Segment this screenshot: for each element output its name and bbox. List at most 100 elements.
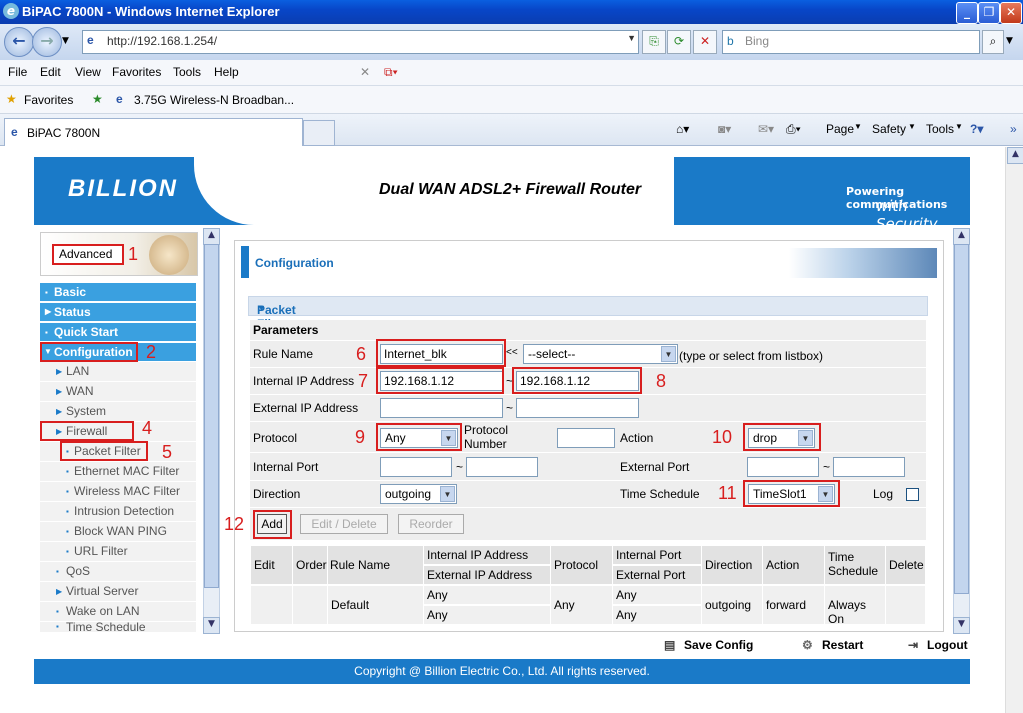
log-checkbox[interactable] [906, 488, 919, 501]
parameters-title: Parameters [253, 323, 319, 337]
refresh-icon[interactable]: ⟳ [667, 30, 691, 54]
packet-filter-header: ▼Packet Filter [248, 296, 928, 331]
search-input[interactable]: b Bing [722, 30, 980, 54]
recent-pages-dropdown-icon[interactable]: ▼ [62, 36, 69, 46]
row-direction: outgoing [701, 585, 763, 625]
minimize-button[interactable]: _ [956, 2, 978, 24]
protocol-number-label: Protocol Number [464, 423, 509, 451]
favorite-link[interactable]: 3.75G Wireless-N Broadban... [134, 93, 294, 107]
menu-tools[interactable]: Tools [173, 65, 201, 79]
rule-name-select-value: --select-- [528, 347, 576, 361]
page-menu[interactable]: Page [826, 122, 854, 136]
search-options-icon[interactable]: ▼ [1006, 36, 1013, 46]
back-icon[interactable]: ← [4, 27, 34, 57]
tab-bipac[interactable]: e BiPAC 7800N [4, 118, 303, 146]
chevron-down-icon: ▼ [440, 486, 455, 502]
direction-select[interactable]: outgoing ▼ [380, 484, 457, 504]
sidebar-status[interactable]: ▶ Status [40, 303, 196, 321]
row-rule-name: Default [327, 585, 424, 625]
external-ip-range-sep: ~ [506, 401, 514, 415]
logout-link[interactable]: Logout [927, 638, 968, 652]
external-ip-start-input[interactable] [380, 398, 503, 418]
help-icon[interactable]: ?▾ [970, 122, 983, 136]
main-scroll-up-icon[interactable]: ▲ [953, 228, 970, 245]
feeds-icon[interactable]: ◙▾ [718, 122, 731, 136]
address-dropdown-icon[interactable]: ▼ [627, 33, 636, 43]
forward-icon[interactable]: → [32, 27, 62, 57]
bing-icon: b [727, 34, 734, 48]
col-rule-name: Rule Name [327, 545, 424, 585]
sidebar-quick-start[interactable]: ▪ Quick Start [40, 323, 196, 341]
row-external-ip: Any [423, 605, 551, 625]
save-config-link[interactable]: Save Config [684, 638, 753, 652]
row-edit-cell [250, 585, 293, 625]
protocol-highlight [376, 423, 462, 451]
sidebar-item-wireless-mac-filter[interactable]: ▪ Wireless MAC Filter [40, 482, 196, 502]
page-scrollbar[interactable]: ▲ [1005, 147, 1023, 713]
sidebar-item-system[interactable]: ▶ System [40, 402, 196, 422]
page-scroll-up-icon[interactable]: ▲ [1007, 147, 1023, 164]
firewall-highlight [40, 421, 134, 441]
sidebar-item-ethernet-mac-filter[interactable]: ▪ Ethernet MAC Filter [40, 462, 196, 482]
window-title-bar: e BiPAC 7800N - Windows Internet Explore… [0, 0, 1023, 24]
external-port-end-input[interactable] [833, 457, 905, 477]
sidebar-item-block-wan-ping[interactable]: ▪ Block WAN PING [40, 522, 196, 542]
menu-favorites[interactable]: Favorites [112, 65, 161, 79]
tools-menu[interactable]: Tools [926, 122, 954, 136]
menu-edit[interactable]: Edit [40, 65, 61, 79]
sidebar-item-time-schedule[interactable]: ▪ Time Schedule [40, 622, 196, 633]
sidebar-scroll-down-icon[interactable]: ▼ [203, 617, 220, 634]
search-icon[interactable]: ⌕ [982, 30, 1004, 54]
advanced-mode-label[interactable]: Advanced [59, 247, 112, 261]
internal-port-start-input[interactable] [380, 457, 452, 477]
compatibility-view-icon[interactable]: ⎘ [642, 30, 666, 54]
sidebar-item-lan[interactable]: ▶ LAN [40, 362, 196, 382]
menu-file[interactable]: File [8, 65, 27, 79]
sidebar-scroll-thumb[interactable] [204, 244, 219, 588]
main-scroll-down-icon[interactable]: ▼ [953, 617, 970, 634]
external-ip-end-input[interactable] [516, 398, 639, 418]
chevron-right-icon[interactable]: » [1010, 122, 1017, 136]
add-favorite-icon[interactable]: ★ [92, 92, 103, 106]
protocol-label: Protocol [253, 431, 298, 445]
close-button[interactable]: ✕ [1000, 2, 1022, 24]
sidebar-item-qos[interactable]: ▪ QoS [40, 562, 196, 582]
billion-logo: BILLION [68, 175, 178, 202]
annotation-1: 1 [128, 244, 139, 264]
restart-link[interactable]: Restart [822, 638, 863, 652]
menu-help[interactable]: Help [214, 65, 239, 79]
mail-icon[interactable]: ✉▾ [758, 122, 774, 136]
internal-port-end-input[interactable] [466, 457, 538, 477]
stop-icon[interactable]: ✕ [693, 30, 717, 54]
internal-port-label: Internal Port [253, 460, 319, 474]
main-scroll-thumb[interactable] [954, 244, 969, 594]
row-protocol: Any [550, 585, 613, 625]
sidebar-basic[interactable]: ▪ Basic [40, 283, 196, 301]
row-internal-ip: Any [423, 585, 551, 605]
sidebar-item-wan[interactable]: ▶ WAN [40, 382, 196, 402]
print-icon[interactable]: ⎙▾ [786, 122, 801, 137]
new-tab-button[interactable] [303, 120, 335, 146]
col-direction: Direction [701, 545, 763, 585]
sidebar-item-virtual-server[interactable]: ▶ Virtual Server [40, 582, 196, 602]
rule-name-select[interactable]: --select-- ▼ [523, 344, 678, 364]
sidebar-item-url-filter[interactable]: ▪ URL Filter [40, 542, 196, 562]
maximize-button[interactable]: ❐ [978, 2, 1000, 24]
listbox-hint: (type or select from listbox) [679, 349, 824, 363]
edit-delete-button[interactable]: Edit / Delete [300, 514, 388, 534]
external-port-start-input[interactable] [747, 457, 819, 477]
sidebar-item-intrusion-detection[interactable]: ▪ Intrusion Detection [40, 502, 196, 522]
close-toolbar-icon[interactable]: ✕ [360, 65, 370, 79]
sidebar-scroll-up-icon[interactable]: ▲ [203, 228, 220, 245]
translate-icon[interactable]: ⧉▾ [384, 65, 398, 80]
sidebar-item-wake-on-lan[interactable]: ▪ Wake on LAN [40, 602, 196, 622]
reorder-button[interactable]: Reorder [398, 514, 464, 534]
protocol-number-input[interactable] [557, 428, 615, 448]
home-icon[interactable]: ⌂▾ [676, 122, 689, 136]
internal-ip-label: Internal IP Address [253, 374, 355, 388]
safety-menu[interactable]: Safety [872, 122, 906, 136]
annotation-6: 6 [356, 344, 367, 364]
address-bar[interactable]: e http://192.168.1.254/ ▼ [82, 30, 639, 54]
menu-view[interactable]: View [75, 65, 101, 79]
favorites-button[interactable]: Favorites [24, 93, 73, 107]
